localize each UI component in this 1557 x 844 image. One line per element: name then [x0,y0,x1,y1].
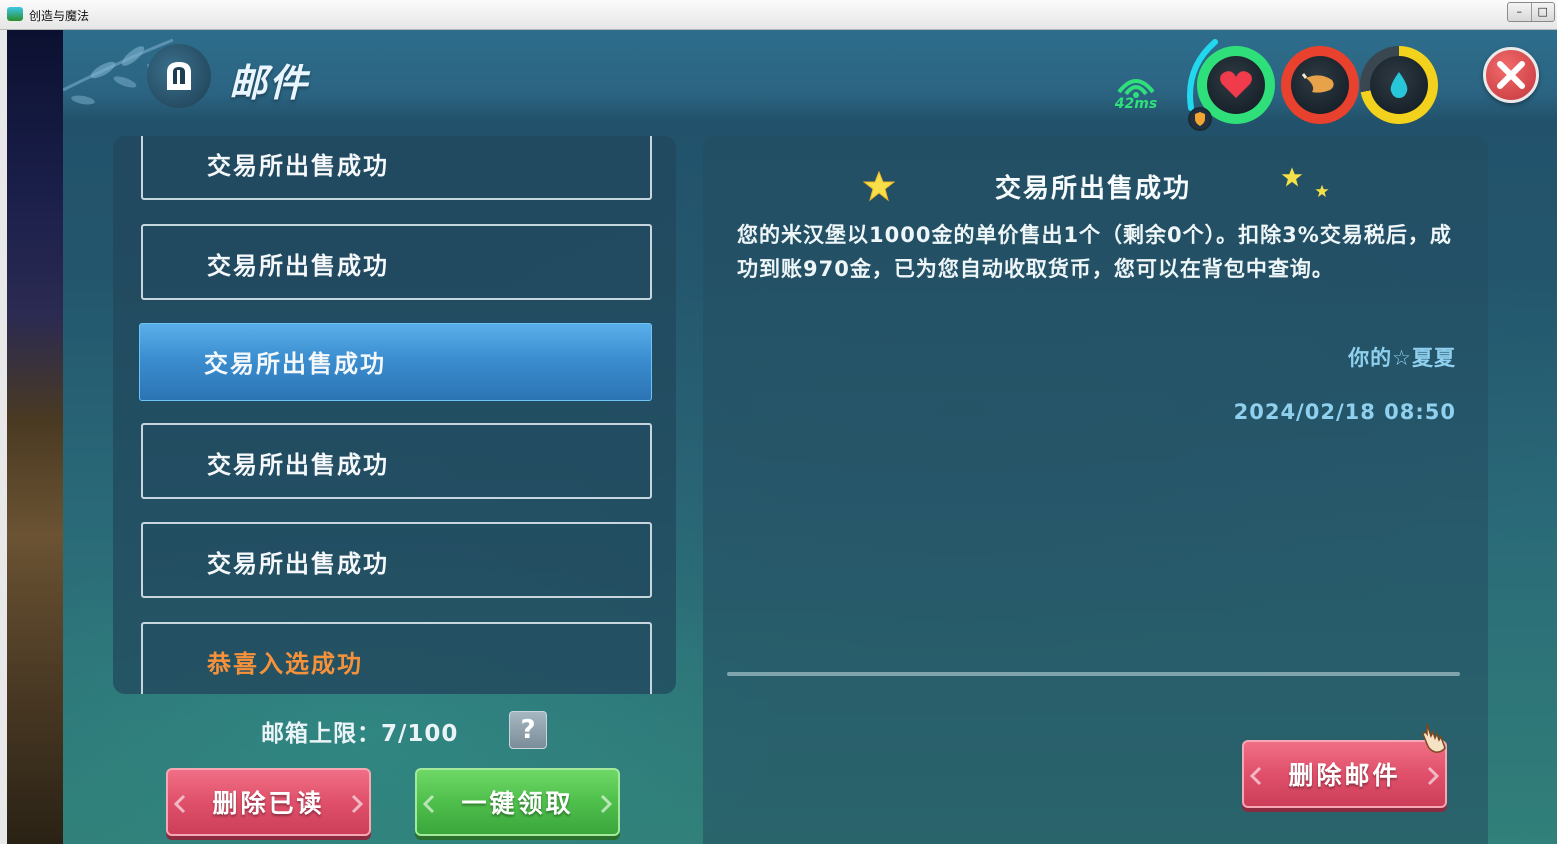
star-icon [1315,184,1329,198]
mail-list: 交易所出售成功 交易所出售成功 交易所出售成功 交易所出售成功 交易所出售成功 … [113,136,676,694]
mail-item-label: 交易所出售成功 [207,252,389,280]
page-title: 邮件 [229,61,310,105]
mail-list-item-selected[interactable]: 交易所出售成功 [139,323,652,401]
help-button[interactable]: ? [509,711,547,749]
water-drop-icon [1390,72,1408,98]
heart-icon [1220,71,1252,98]
app-icon [7,7,23,21]
delete-read-label: 删除已读 [212,789,325,818]
mail-detail: 交易所出售成功 您的米汉堡以1000金的单价售出1个（剩余0个）。扣除3%交易税… [703,136,1488,844]
hunger-gauge [1281,46,1359,124]
thirst-gauge [1360,46,1438,124]
chevron-right-icon [1427,766,1439,786]
divider [727,672,1460,676]
game-background-edge [0,30,63,844]
quota-label: 邮箱上限： [261,721,381,747]
mail-list-item[interactable]: 交易所出售成功 [141,224,652,300]
mailbox-icon [167,62,191,90]
shield-icon [1195,112,1205,126]
mail-list-item[interactable]: 恭喜入选成功 [141,622,652,694]
mail-logo [147,44,211,108]
window-titlebar: 创造与魔法 – □ [0,0,1557,30]
drumstick-icon [1302,73,1334,93]
chevron-left-icon [174,794,186,814]
restore-button[interactable]: □ [1530,3,1555,21]
delete-read-button[interactable]: 删除已读 [166,768,371,836]
mail-item-label: 交易所出售成功 [207,451,389,479]
armor-badge [1188,107,1212,131]
hand-cursor-icon [1422,723,1446,753]
mail-item-label: 恭喜入选成功 [207,650,363,678]
minimize-button[interactable]: – [1508,3,1531,21]
window-controls: – □ [1507,2,1555,22]
wifi-icon [1117,79,1155,98]
mail-list-item[interactable]: 交易所出售成功 [141,136,652,200]
mail-item-label: 交易所出售成功 [207,152,389,180]
window-title: 创造与魔法 [29,9,90,23]
mail-list-item[interactable]: 交易所出售成功 [141,522,652,598]
close-icon [1497,61,1525,89]
chevron-left-icon [1250,766,1262,786]
mail-list-item[interactable]: 交易所出售成功 [141,423,652,499]
mail-panel: 邮件 42ms 交易所出售成功 交易所出售成功 交易所出售成功 交易所出售成功 … [63,30,1557,844]
network-ping: 42ms [1111,68,1161,116]
close-button[interactable] [1483,47,1539,103]
chevron-right-icon [351,794,363,814]
delete-mail-button[interactable]: 删除邮件 [1242,740,1447,808]
mail-item-label: 交易所出售成功 [204,350,386,378]
mail-sender: 你的☆夏夏 [1348,346,1456,370]
mail-item-label: 交易所出售成功 [207,550,389,578]
mail-datetime: 2024/02/18 08:50 [1233,400,1456,424]
delete-mail-label: 删除邮件 [1288,761,1401,790]
mailbox-quota: 邮箱上限：7/100 [261,714,458,748]
chevron-right-icon [600,794,612,814]
star-icon [1281,167,1303,187]
chevron-left-icon [423,794,435,814]
mail-detail-title: 交易所出售成功 [994,174,1191,204]
claim-all-button[interactable]: 一键领取 [415,768,620,836]
ping-value: 42ms [1114,96,1158,112]
claim-all-label: 一键领取 [461,789,574,818]
quota-value: 7/100 [381,721,459,747]
mail-detail-body: 您的米汉堡以1000金的单价售出1个（剩余0个）。扣除3%交易税后，成功到账97… [737,223,1452,281]
